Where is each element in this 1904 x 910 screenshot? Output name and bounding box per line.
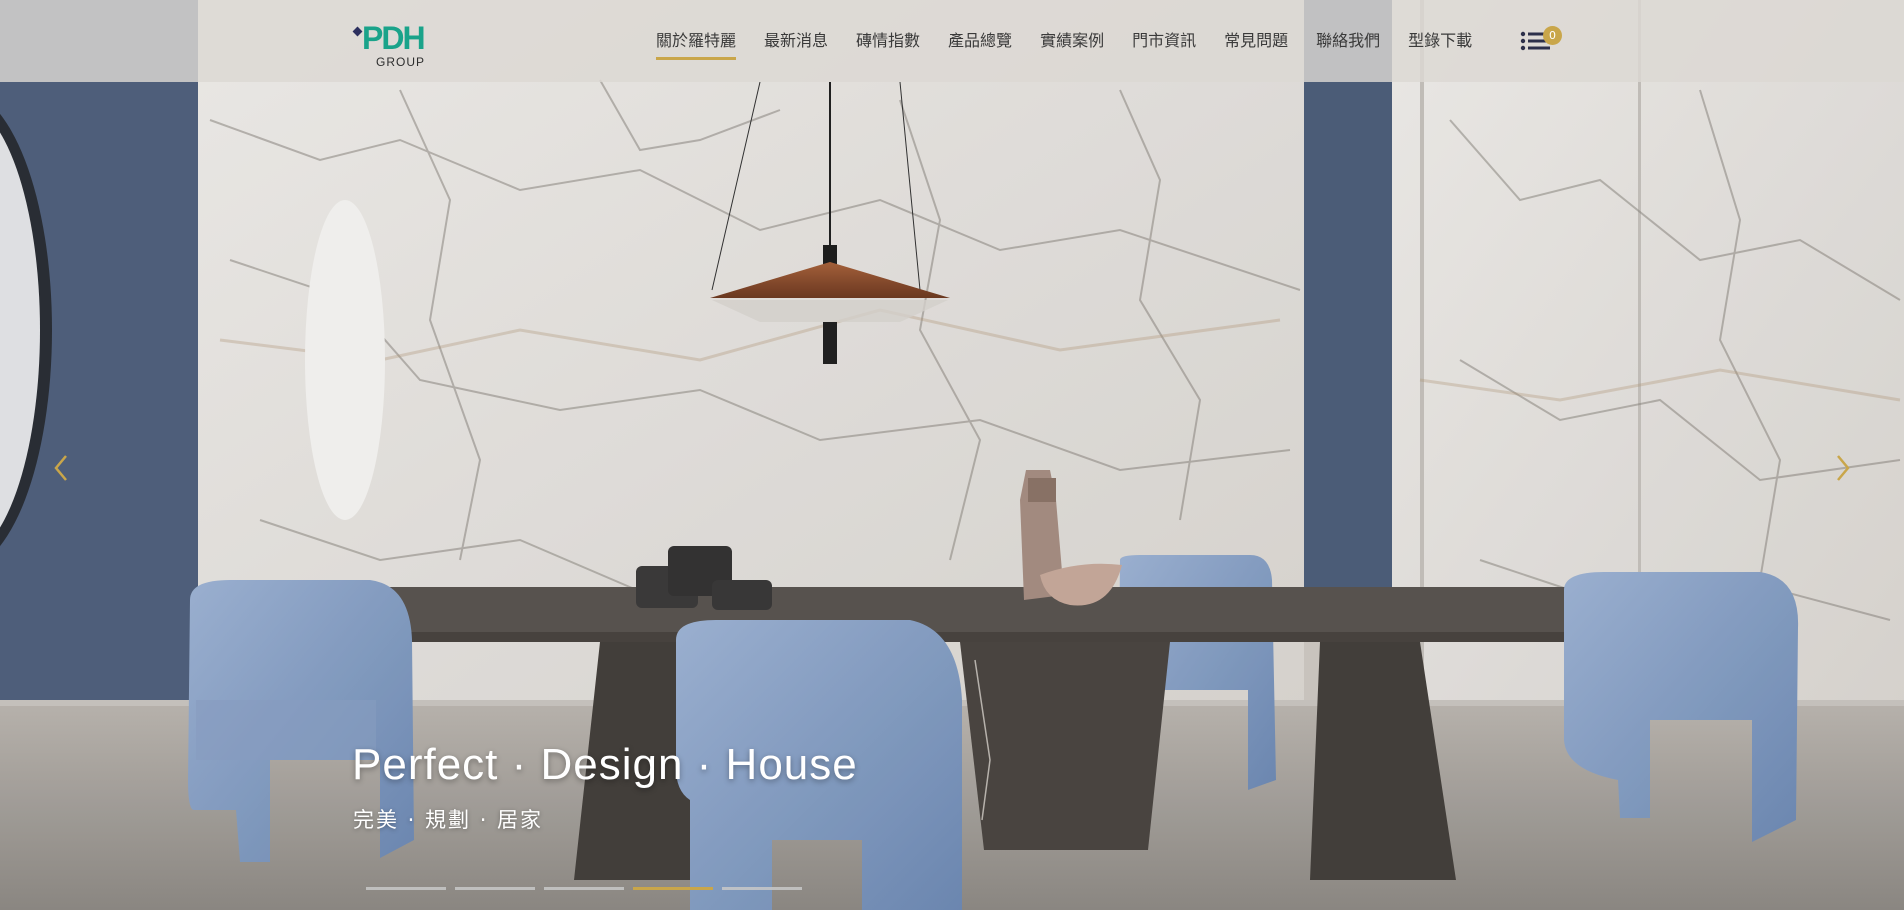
hero-background-image — [0, 0, 1904, 910]
hero-title: Perfect · Design · House — [352, 740, 858, 789]
carousel-indicator-3[interactable] — [544, 887, 624, 890]
carousel-indicators — [366, 887, 802, 890]
main-nav: 關於羅特麗 最新消息 磚情指數 產品總覽 實績案例 門市資訊 常見問題 聯絡我們… — [642, 0, 1486, 82]
svg-text:PDH: PDH — [362, 20, 424, 56]
nav-item-products[interactable]: 產品總覽 — [934, 0, 1026, 82]
nav-item-contact[interactable]: 聯絡我們 — [1302, 0, 1394, 82]
chevron-right-icon — [1837, 455, 1850, 481]
carousel-indicator-2[interactable] — [455, 887, 535, 890]
carousel-indicator-4[interactable] — [633, 887, 713, 890]
carousel-indicator-1[interactable] — [366, 887, 446, 890]
carousel-next-button[interactable] — [1828, 448, 1858, 488]
nav-item-about[interactable]: 關於羅特麗 — [642, 0, 750, 82]
hero-subtitle: 完美 · 規劃 · 居家 — [353, 808, 544, 832]
nav-item-tile-index[interactable]: 磚情指數 — [842, 0, 934, 82]
nav-item-cases[interactable]: 實績案例 — [1026, 0, 1118, 82]
nav-item-faq[interactable]: 常見問題 — [1210, 0, 1302, 82]
nav-item-stores[interactable]: 門市資訊 — [1118, 0, 1210, 82]
carousel-indicator-5[interactable] — [722, 887, 802, 890]
carousel-prev-button[interactable] — [46, 448, 76, 488]
svg-text:GROUP: GROUP — [376, 55, 425, 69]
chevron-left-icon — [54, 455, 67, 481]
cart-count-badge: 0 — [1543, 26, 1562, 45]
pdh-logo-icon: PDH GROUP — [352, 20, 426, 69]
site-header: PDH GROUP 關於羅特麗 最新消息 磚情指數 產品總覽 實績案例 門市資訊… — [0, 0, 1904, 82]
nav-item-news[interactable]: 最新消息 — [750, 0, 842, 82]
nav-item-catalog[interactable]: 型錄下載 — [1394, 0, 1486, 82]
brand-logo[interactable]: PDH GROUP — [350, 14, 446, 70]
